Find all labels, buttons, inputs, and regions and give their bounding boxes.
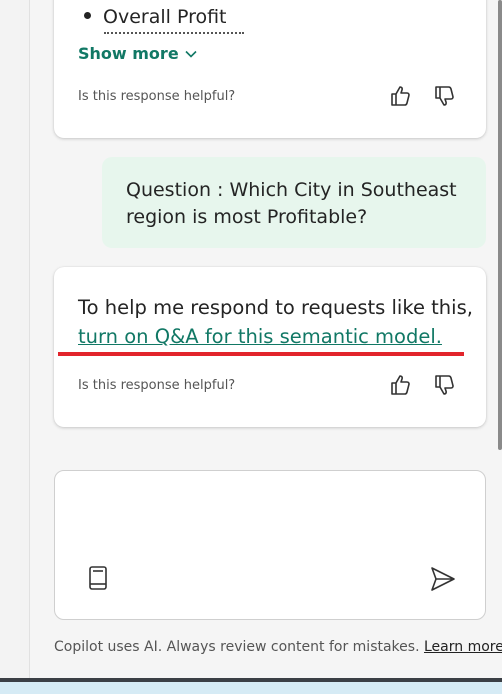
bullet-dot	[84, 12, 91, 19]
thumbs-up-icon[interactable]	[388, 84, 412, 108]
scrollbar[interactable]	[498, 0, 502, 450]
helpful-prompt: Is this response helpful?	[78, 378, 236, 393]
helpful-prompt: Is this response helpful?	[78, 89, 236, 104]
previous-response-card: Overall Profit Show more Is this respons…	[54, 0, 486, 138]
clipped-text	[104, 32, 304, 36]
disclaimer-footer: Copilot uses AI. Always review content f…	[54, 639, 502, 655]
send-icon[interactable]	[429, 565, 457, 593]
show-more-button[interactable]: Show more	[78, 44, 197, 63]
annotation-underline	[58, 352, 464, 356]
left-rail	[0, 0, 30, 678]
enable-qa-link[interactable]: turn on Q&A for this semantic model.	[78, 325, 442, 348]
show-more-label: Show more	[78, 44, 179, 63]
chat-composer	[54, 470, 486, 620]
chat-input[interactable]	[71, 485, 475, 559]
response-text-lead: To help me respond to requests like this…	[78, 296, 473, 319]
learn-more-link[interactable]: Learn more	[424, 639, 502, 655]
bullet-text: Overall Profit	[103, 6, 227, 28]
thumbs-up-icon[interactable]	[388, 373, 412, 397]
background-area	[0, 682, 502, 694]
thumbs-down-icon[interactable]	[432, 373, 456, 397]
user-question-bubble: Question : Which City in Southeast regio…	[102, 157, 486, 248]
list-item: Overall Profit	[84, 6, 227, 28]
disclaimer-text: Copilot uses AI. Always review content f…	[54, 639, 424, 655]
response-card: To help me respond to requests like this…	[54, 267, 486, 427]
chevron-down-icon	[185, 50, 197, 58]
thumbs-down-icon[interactable]	[432, 84, 456, 108]
book-icon[interactable]	[87, 565, 109, 591]
response-text: To help me respond to requests like this…	[78, 293, 473, 351]
